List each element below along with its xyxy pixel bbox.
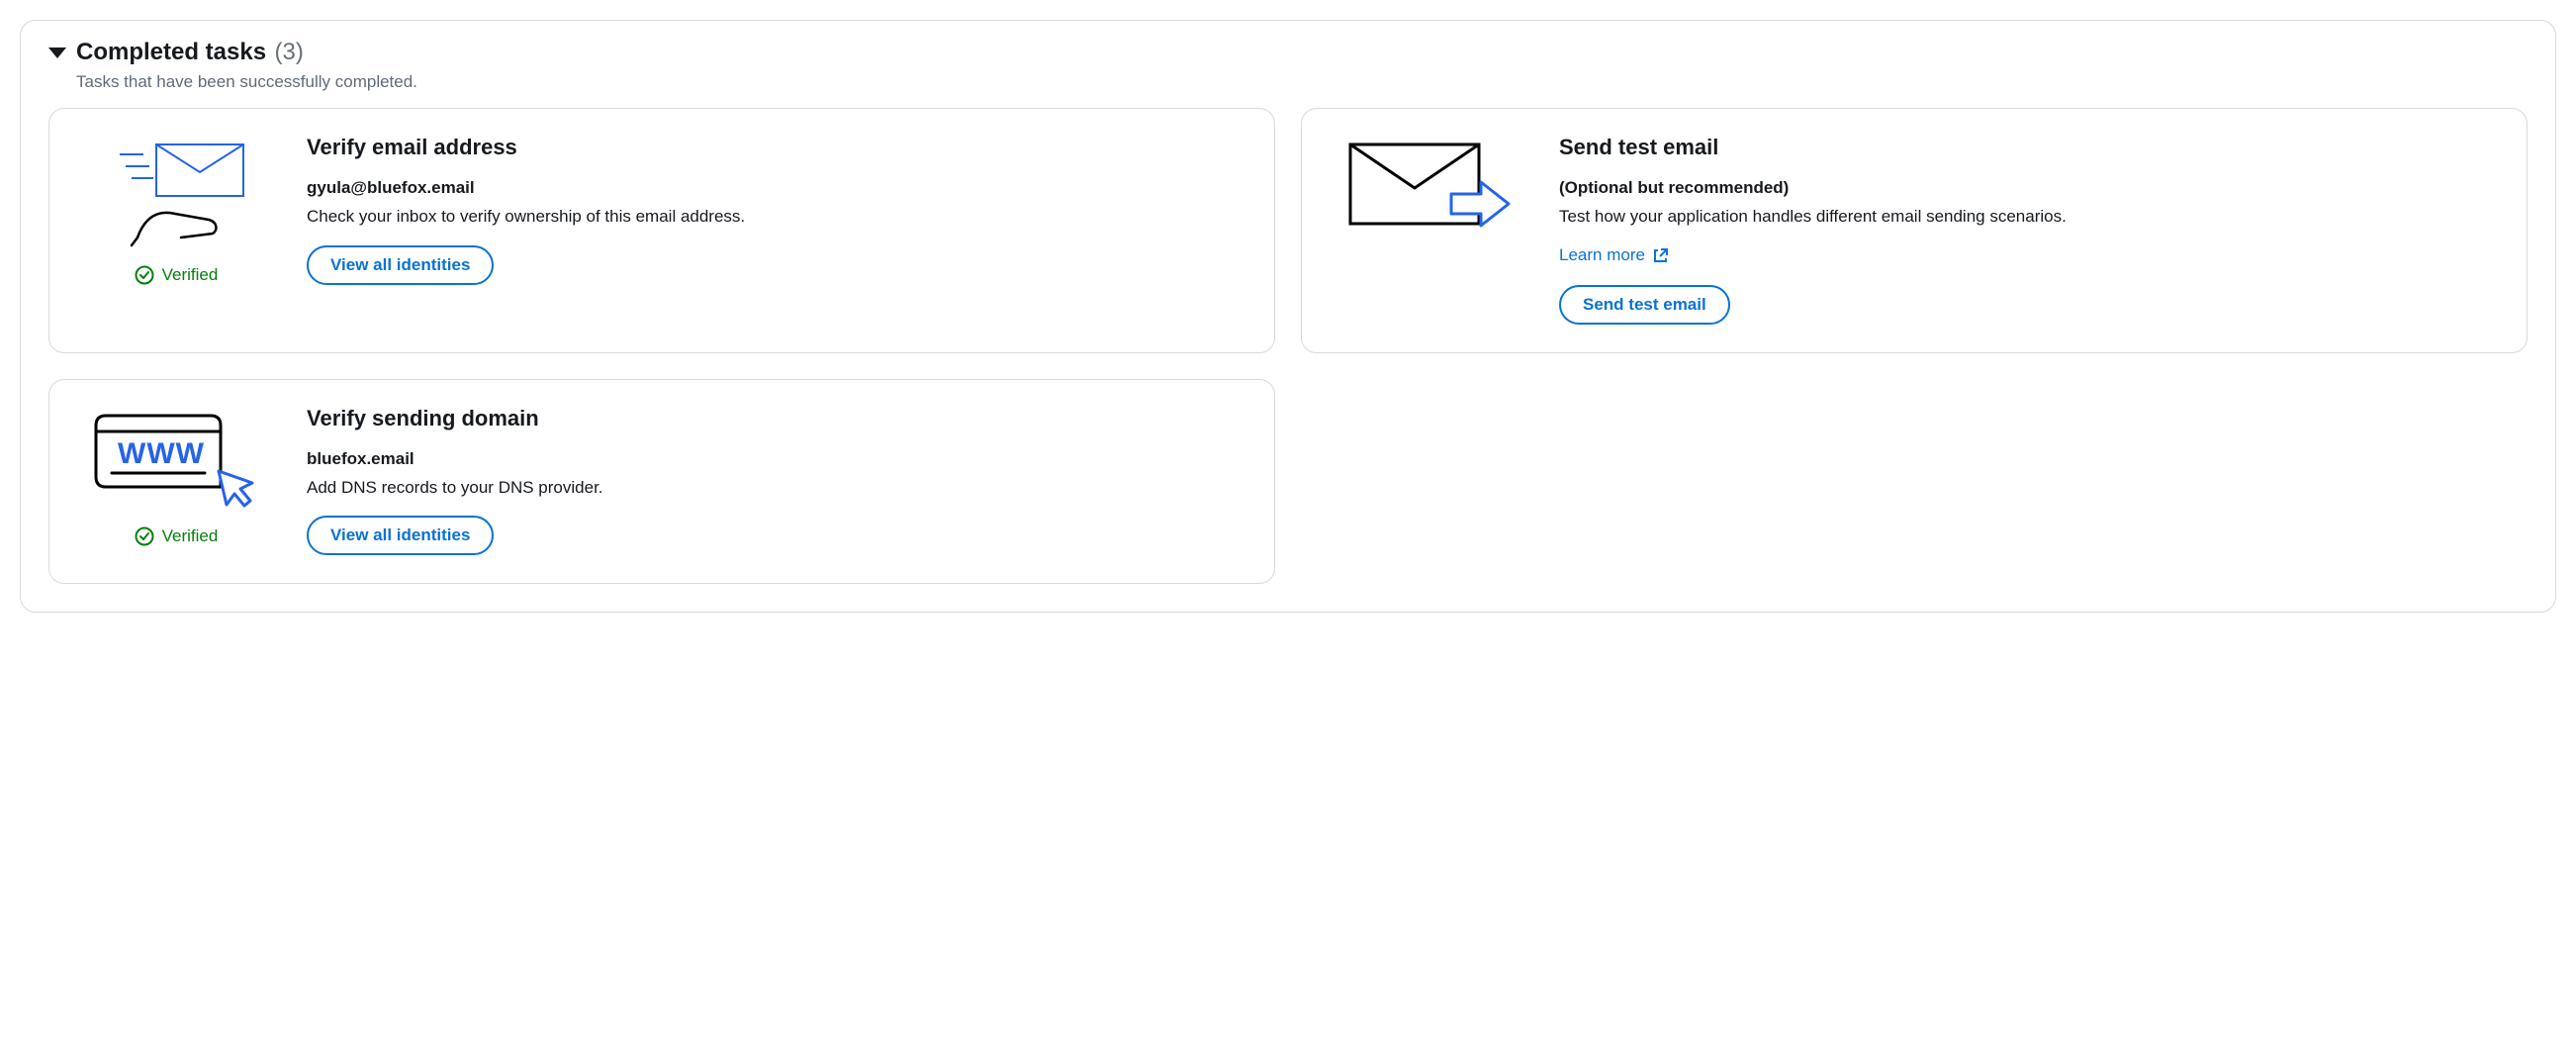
card-title: Verify email address [307,135,1246,160]
card-description: Add DNS records to your DNS provider. [307,475,1246,501]
caret-down-icon [48,48,66,58]
card-description: Check your inbox to verify ownership of … [307,204,1246,230]
email-value: gyula@bluefox.email [307,178,1246,198]
hand-envelope-icon [102,139,250,247]
view-all-identities-button[interactable]: View all identities [307,516,494,555]
verified-label: Verified [162,265,219,285]
card-description: Test how your application handles differ… [1559,204,2499,230]
check-circle-icon [135,265,154,285]
browser-www-icon: WWW [92,410,260,509]
learn-more-label: Learn more [1559,245,1645,265]
completed-tasks-panel: Completed tasks (3) Tasks that have been… [20,20,2556,613]
card-title: Verify sending domain [307,406,1246,431]
envelope-arrow-icon [1344,139,1513,238]
svg-text:WWW: WWW [118,437,205,470]
section-title: Completed tasks [76,39,266,65]
verified-label: Verified [162,526,219,546]
completed-tasks-toggle[interactable]: Completed tasks (3) [48,39,2528,66]
section-count: (3) [275,39,304,65]
card-send-test-email: Send test email (Optional but recommende… [1301,108,2528,353]
card-verify-email: Verified Verify email address gyula@blue… [48,108,1275,353]
verified-badge: Verified [135,526,219,546]
external-link-icon [1653,247,1669,263]
card-title: Send test email [1559,135,2499,160]
card-verify-domain: WWW Verified Verify sending domain bluef… [48,379,1275,585]
card-subtitle: (Optional but recommended) [1559,178,2499,198]
learn-more-link[interactable]: Learn more [1559,245,1669,265]
view-all-identities-button[interactable]: View all identities [307,245,494,285]
section-subtitle: Tasks that have been successfully comple… [76,72,2528,92]
check-circle-icon [135,526,154,546]
domain-value: bluefox.email [307,449,1246,469]
send-test-email-button[interactable]: Send test email [1559,285,1730,325]
cards-grid: Verified Verify email address gyula@blue… [48,108,2528,584]
verified-badge: Verified [135,265,219,285]
